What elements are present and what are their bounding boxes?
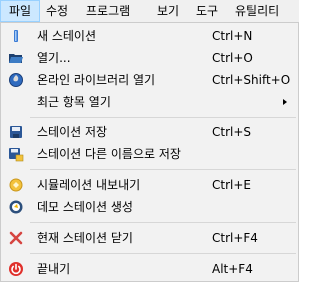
- menu-item-open-recent[interactable]: 최근 항목 열기: [2, 91, 297, 113]
- menu-item-shortcut: Ctrl+F4: [212, 231, 258, 245]
- menu-item-label: 새 스테이션: [37, 29, 97, 43]
- menu-file[interactable]: 파일: [0, 0, 41, 22]
- menu-utilities[interactable]: 유틸리티: [227, 0, 287, 22]
- menu-item-exit[interactable]: 끝내기 Alt+F4: [2, 258, 297, 280]
- menu-item-save-station-as[interactable]: 스테이션 다른 이름으로 저장: [2, 143, 297, 165]
- menu-edit[interactable]: 수정: [38, 0, 76, 22]
- menu-item-shortcut: Ctrl+S: [212, 125, 252, 139]
- menu-item-label: 데모 스테이션 생성: [37, 200, 133, 214]
- menu-item-label: 시뮬레이션 내보내기: [37, 178, 141, 192]
- menu-item-open[interactable]: 열기... Ctrl+O: [2, 47, 297, 69]
- close-station-icon: [8, 230, 24, 246]
- menu-item-shortcut: Ctrl+O: [212, 51, 253, 65]
- demo-station-icon: [8, 199, 24, 215]
- new-station-icon: [8, 28, 24, 44]
- menu-item-label: 끝내기: [37, 262, 71, 276]
- menu-view[interactable]: 보기: [149, 0, 187, 22]
- menu-program[interactable]: 프로그램: [78, 0, 138, 22]
- menu-item-shortcut: Alt+F4: [212, 262, 253, 276]
- menu-item-create-demo-station[interactable]: 데모 스테이션 생성: [2, 196, 297, 218]
- menu-item-label: 스테이션 다른 이름으로 저장: [37, 147, 181, 161]
- menu-separator: [30, 169, 296, 170]
- menu-item-label: 스테이션 저장: [37, 125, 108, 139]
- menu-separator: [30, 117, 296, 118]
- exit-power-icon: [8, 261, 24, 277]
- save-as-icon: [8, 146, 24, 162]
- menu-item-label: 최근 항목 열기: [37, 95, 111, 109]
- menu-item-save-station[interactable]: 스테이션 저장 Ctrl+S: [2, 121, 297, 143]
- menu-item-label: 온라인 라이브러리 열기: [37, 73, 156, 87]
- menu-item-close-station[interactable]: 현재 스테이션 닫기 Ctrl+F4: [2, 227, 297, 249]
- online-library-icon: [8, 72, 24, 88]
- menu-item-open-online-library[interactable]: 온라인 라이브러리 열기 Ctrl+Shift+O: [2, 69, 297, 91]
- menu-tools[interactable]: 도구: [188, 0, 226, 22]
- submenu-arrow-icon: [283, 99, 287, 105]
- menu-item-shortcut: Ctrl+N: [212, 29, 253, 43]
- open-folder-icon: [8, 50, 24, 66]
- menu-item-new-station[interactable]: 새 스테이션 Ctrl+N: [2, 25, 297, 47]
- file-menu-dropdown: 새 스테이션 Ctrl+N 열기... Ctrl+O 온라인 라이브러리 열기 …: [0, 22, 299, 282]
- menu-separator: [30, 222, 296, 223]
- menu-separator: [30, 253, 296, 254]
- menu-bar: 파일 수정 프로그램 보기 도구 유틸리티: [0, 0, 299, 22]
- export-simulation-icon: [8, 177, 24, 193]
- menu-item-shortcut: Ctrl+Shift+O: [212, 73, 291, 87]
- menu-item-label: 현재 스테이션 닫기: [37, 231, 133, 245]
- menu-item-export-simulation[interactable]: 시뮬레이션 내보내기 Ctrl+E: [2, 174, 297, 196]
- menu-item-shortcut: Ctrl+E: [212, 178, 251, 192]
- save-icon: [8, 124, 24, 140]
- menu-item-label: 열기...: [37, 51, 71, 65]
